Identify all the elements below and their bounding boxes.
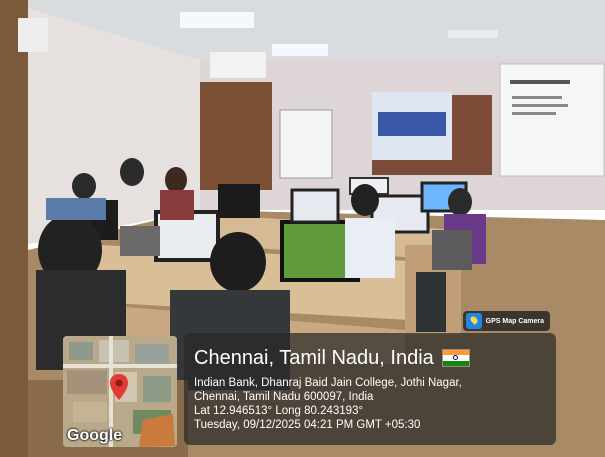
student: [210, 232, 266, 292]
india-flag-icon: [441, 349, 470, 367]
split-ac-unit: [210, 52, 266, 78]
monitor: [290, 188, 340, 224]
gps-map-camera-icon: [465, 313, 482, 329]
wall-ac-unit: [18, 18, 48, 52]
whiteboard: [279, 109, 333, 179]
curtain: [200, 82, 272, 190]
address-line-1: Indian Bank, Dhanraj Baid Jain College, …: [194, 377, 462, 389]
location-minimap: Google: [63, 336, 177, 447]
app-badge-label: GPS Map Camera: [485, 317, 544, 325]
chair: [432, 230, 472, 270]
coordinates: Lat 12.946513° Long 80.243193°: [194, 405, 364, 417]
student: [120, 158, 144, 186]
ceiling-light: [272, 44, 328, 56]
location-pin-icon: [110, 374, 128, 400]
student: [351, 184, 379, 216]
timestamp: Tuesday, 09/12/2025 04:21 PM GMT +05:30: [194, 419, 421, 431]
address-line-2: Chennai, Tamil Nadu 600097, India: [194, 391, 374, 403]
gps-map-camera-badge: GPS Map Camera: [462, 311, 550, 331]
ceiling-light: [180, 12, 254, 28]
student: [72, 173, 96, 199]
pc-tower: [416, 272, 446, 332]
student: [448, 188, 472, 216]
google-logo: Google: [67, 427, 123, 444]
monitor: [218, 184, 260, 218]
door-frame: [0, 0, 28, 457]
student: [165, 167, 187, 193]
place-name: Chennai, Tamil Nadu, India: [194, 347, 434, 369]
chair: [120, 226, 160, 256]
geotag-overlay: GPS Map Camera Chennai, Tamil Nadu, Indi…: [184, 311, 556, 445]
